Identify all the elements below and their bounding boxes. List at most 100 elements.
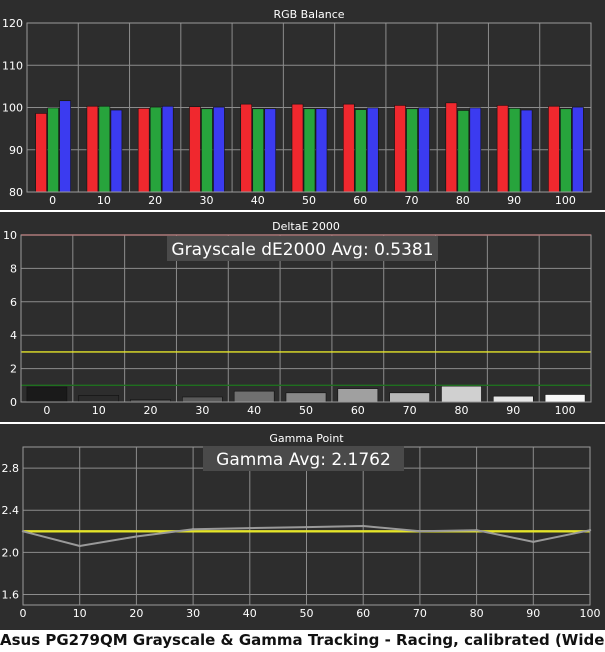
chart-title: Gamma Point	[269, 432, 344, 445]
x-tick-label: 80	[454, 404, 468, 417]
blue-bar	[418, 107, 430, 193]
annotation-text: Gamma Avg: 2.1762	[216, 450, 391, 470]
chart-title: RGB Balance	[273, 8, 344, 21]
deltae-bar	[26, 386, 68, 403]
y-tick-label: 10	[3, 229, 17, 242]
x-tick-label: 50	[299, 404, 313, 417]
blue-bar	[264, 108, 277, 193]
y-tick-label: 2.0	[2, 546, 20, 559]
deltae-bar	[337, 388, 379, 403]
x-tick-label: 50	[300, 607, 314, 620]
x-tick-label: 10	[97, 194, 111, 207]
red-bar	[35, 113, 47, 193]
x-tick-label: 60	[353, 194, 367, 207]
red-bar	[240, 103, 253, 193]
gamma-point	[135, 535, 138, 538]
x-tick-label: 100	[555, 194, 576, 207]
green-bar	[47, 107, 59, 193]
y-tick-label: 120	[2, 17, 23, 30]
deltae-bar	[389, 392, 430, 403]
green-bar	[508, 108, 521, 193]
x-tick-label: 90	[506, 404, 520, 417]
blue-bar	[59, 100, 71, 193]
y-tick-label: 4	[10, 329, 17, 342]
green-bar	[406, 108, 418, 193]
blue-bar	[469, 107, 482, 193]
red-bar	[548, 105, 560, 193]
x-tick-label: 0	[43, 404, 50, 417]
green-bar	[560, 108, 572, 193]
green-bar	[303, 108, 316, 193]
x-tick-label: 40	[247, 404, 261, 417]
x-tick-label: 50	[302, 194, 316, 207]
red-bar	[496, 105, 509, 193]
red-bar	[189, 106, 201, 193]
x-tick-label: 60	[351, 404, 365, 417]
red-bar	[394, 105, 406, 193]
blue-bar	[366, 107, 379, 193]
x-tick-label: 80	[470, 607, 484, 620]
red-bar	[445, 102, 458, 193]
gamma-point	[248, 526, 251, 530]
x-tick-label: 0	[20, 607, 27, 620]
y-tick-label: 6	[10, 296, 17, 309]
y-tick-label: 2	[10, 363, 17, 376]
x-tick-label: 30	[195, 404, 209, 417]
blue-bar	[572, 106, 584, 193]
green-bar	[98, 105, 111, 193]
y-tick-label: 80	[9, 186, 23, 199]
x-tick-label: 100	[580, 607, 601, 620]
x-tick-label: 10	[73, 607, 87, 620]
blue-bar	[315, 108, 328, 193]
gamma-point	[191, 527, 195, 531]
deltae-bar	[78, 395, 120, 403]
deltae-bar	[492, 395, 534, 403]
gamma-point	[78, 544, 81, 548]
x-tick-label: 20	[129, 607, 143, 620]
deltae-bar	[182, 396, 223, 403]
red-bar	[291, 103, 304, 193]
gamma-point	[418, 530, 422, 533]
green-bar	[201, 108, 213, 193]
green-bar	[457, 110, 470, 193]
blue-bar	[213, 106, 225, 193]
deltae-bar	[441, 385, 482, 403]
gamma-point	[362, 524, 365, 528]
green-bar	[354, 109, 367, 193]
deltae-bar	[285, 392, 327, 403]
x-tick-label: 40	[243, 607, 257, 620]
gamma-point	[475, 529, 478, 532]
x-tick-label: 20	[144, 404, 158, 417]
y-tick-label: 2.4	[2, 504, 20, 517]
x-tick-label: 70	[405, 194, 419, 207]
green-bar	[252, 108, 265, 193]
deltae-bar	[233, 390, 275, 403]
red-bar	[342, 103, 355, 193]
x-tick-label: 90	[526, 607, 540, 620]
y-tick-label: 2.8	[2, 462, 20, 475]
x-tick-label: 30	[199, 194, 213, 207]
figure-caption: Asus PG279QM Grayscale & Gamma Tracking …	[0, 631, 605, 649]
blue-bar	[110, 109, 123, 193]
x-tick-label: 100	[555, 404, 576, 417]
x-tick-label: 90	[507, 194, 521, 207]
y-tick-label: 8	[10, 262, 17, 275]
y-tick-label: 100	[2, 102, 23, 115]
x-tick-label: 70	[413, 607, 427, 620]
x-tick-label: 20	[148, 194, 162, 207]
x-tick-label: 70	[403, 404, 417, 417]
blue-bar	[520, 109, 533, 193]
green-bar	[149, 106, 162, 193]
y-tick-label: 0	[10, 396, 17, 409]
chart-title: DeltaE 2000	[272, 220, 340, 233]
x-tick-label: 40	[251, 194, 265, 207]
x-tick-label: 30	[186, 607, 200, 620]
x-tick-label: 0	[49, 194, 56, 207]
red-bar	[86, 105, 99, 193]
y-tick-label: 1.6	[2, 588, 20, 601]
x-tick-label: 10	[92, 404, 106, 417]
x-tick-label: 80	[456, 194, 470, 207]
blue-bar	[161, 105, 174, 193]
calibration-charts: RGB Balance80901001101200 10 20 30 40 50 60 70 8…	[0, 0, 605, 630]
y-tick-label: 110	[2, 59, 23, 72]
